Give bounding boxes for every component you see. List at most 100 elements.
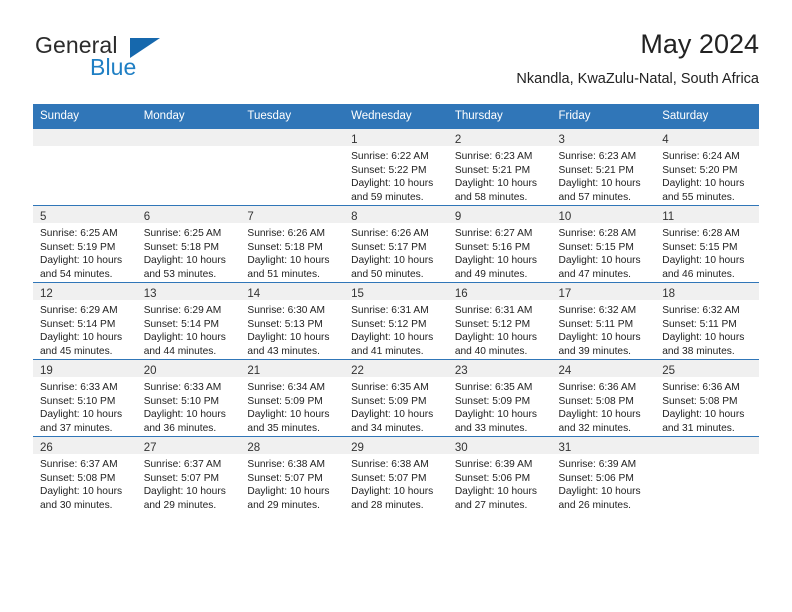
calendar-day-cell[interactable]: 4 Sunrise: 6:24 AM Sunset: 5:20 PM Daylight… [655, 128, 759, 206]
day-number-strip: 8 [344, 206, 448, 223]
day-number: 11 [662, 211, 675, 223]
sunset-text: Sunset: 5:20 PM [662, 164, 738, 176]
calendar-day-cell[interactable]: 27 Sunrise: 6:37 AM Sunset: 5:07 PM Dayligh… [136, 436, 241, 513]
sunrise-text: Sunrise: 6:29 AM [40, 305, 118, 316]
daylight-text: Daylight: 10 hours [351, 255, 434, 267]
daylight-text: and 29 minutes. [247, 499, 320, 511]
day-detail-block: Sunrise: 6:23 AM Sunset: 5:21 PM Daylight:… [448, 146, 552, 204]
sunrise-text: Sunrise: 6:36 AM [558, 382, 637, 393]
calendar-day-cell[interactable]: 21 Sunrise: 6:34 AM Sunset: 5:09 PM Dayligh… [240, 359, 345, 437]
calendar-day-cell[interactable]: 29 Sunrise: 6:38 AM Sunset: 5:07 PM Dayligh… [344, 436, 448, 513]
calendar-day-cell[interactable]: 18 Sunrise: 6:32 AM Sunset: 5:11 PM Dayligh… [655, 282, 759, 360]
daylight-text: Daylight: 10 hours [247, 409, 330, 421]
calendar-day-cell[interactable]: 28 Sunrise: 6:38 AM Sunset: 5:07 PM Dayligh… [240, 436, 345, 513]
sunset-text: Sunset: 5:18 PM [143, 241, 220, 253]
calendar-day-cell[interactable]: 9 Sunrise: 6:27 AM Sunset: 5:16 PM Daylight… [447, 205, 552, 283]
weekday-header-friday: Friday [551, 104, 656, 129]
weekday-header-monday: Monday [136, 104, 241, 129]
calendar-day-cell[interactable]: 19 Sunrise: 6:33 AM Sunset: 5:10 PM Dayligh… [33, 359, 137, 437]
daylight-text: and 59 minutes. [351, 191, 424, 203]
sunset-text: Sunset: 5:10 PM [40, 395, 116, 407]
daylight-text: and 46 minutes. [662, 268, 735, 280]
day-detail-block: Sunrise: 6:25 AM Sunset: 5:19 PM Daylight:… [33, 223, 137, 281]
calendar-day-cell[interactable]: 22 Sunrise: 6:35 AM Sunset: 5:09 PM Dayligh… [344, 359, 448, 437]
sunset-text: Sunset: 5:21 PM [558, 164, 634, 176]
day-number: 13 [143, 288, 157, 300]
daylight-text: and 41 minutes. [351, 345, 424, 357]
day-detail-block: Sunrise: 6:25 AM Sunset: 5:18 PM Daylight:… [137, 223, 241, 281]
calendar-day-cell[interactable]: 12 Sunrise: 6:29 AM Sunset: 5:14 PM Dayligh… [33, 282, 137, 360]
calendar-week-row: 12 Sunrise: 6:29 AM Sunset: 5:14 PM Dayligh… [33, 282, 759, 360]
sunset-text: Sunset: 5:15 PM [558, 241, 634, 253]
calendar-day-cell[interactable]: 26 Sunrise: 6:37 AM Sunset: 5:08 PM Dayligh… [33, 436, 137, 513]
calendar-day-cell[interactable]: 24 Sunrise: 6:36 AM Sunset: 5:08 PM Dayligh… [551, 359, 656, 437]
day-number: 9 [454, 211, 462, 223]
sunset-text: Sunset: 5:07 PM [351, 472, 427, 484]
page-subtitle: Nkandla, KwaZulu-Natal, South Africa [516, 71, 759, 87]
daylight-text: Daylight: 10 hours [662, 178, 745, 190]
day-detail-block: Sunrise: 6:38 AM Sunset: 5:07 PM Daylight:… [344, 454, 448, 512]
day-number-strip: 17 [551, 283, 656, 300]
daylight-text: Daylight: 10 hours [143, 332, 226, 344]
calendar-day-cell[interactable]: 11 Sunrise: 6:28 AM Sunset: 5:15 PM Dayligh… [655, 205, 759, 283]
calendar-day-cell[interactable]: 3 Sunrise: 6:23 AM Sunset: 5:21 PM Daylight… [551, 128, 656, 206]
calendar-day-cell[interactable]: 13 Sunrise: 6:29 AM Sunset: 5:14 PM Dayligh… [136, 282, 241, 360]
sunrise-text: Sunrise: 6:23 AM [454, 151, 533, 162]
day-detail-block: Sunrise: 6:31 AM Sunset: 5:12 PM Daylight:… [448, 300, 552, 358]
sunrise-text: Sunrise: 6:28 AM [558, 228, 637, 239]
daylight-text: and 43 minutes. [247, 345, 320, 357]
calendar-day-cell[interactable]: 15 Sunrise: 6:31 AM Sunset: 5:12 PM Dayligh… [344, 282, 448, 360]
day-number-strip [655, 437, 759, 454]
day-number-strip: 24 [551, 360, 656, 377]
calendar-day-cell[interactable]: 8 Sunrise: 6:26 AM Sunset: 5:17 PM Daylight… [344, 205, 448, 283]
day-detail-block: Sunrise: 6:33 AM Sunset: 5:10 PM Daylight:… [33, 377, 137, 435]
sunrise-text: Sunrise: 6:25 AM [143, 228, 222, 239]
day-number: 6 [143, 211, 151, 223]
day-number-strip [240, 129, 345, 146]
day-number: 14 [247, 288, 261, 300]
calendar-day-cell[interactable]: 10 Sunrise: 6:28 AM Sunset: 5:15 PM Dayligh… [551, 205, 656, 283]
day-number-strip: 4 [655, 129, 759, 146]
day-number: 31 [558, 442, 572, 454]
day-number-strip: 9 [447, 206, 552, 223]
calendar-day-cell[interactable]: 23 Sunrise: 6:35 AM Sunset: 5:09 PM Dayligh… [447, 359, 552, 437]
day-number-strip: 13 [136, 283, 241, 300]
sunset-text: Sunset: 5:19 PM [40, 241, 116, 253]
daylight-text: Daylight: 10 hours [40, 255, 123, 267]
daylight-text: and 50 minutes. [351, 268, 424, 280]
daylight-text: and 40 minutes. [454, 345, 528, 357]
weekday-header-row: Sunday Monday Tuesday Wednesday Thursday… [33, 104, 759, 129]
calendar-week-row: 1 Sunrise: 6:22 AM Sunset: 5:22 PM Daylight… [33, 128, 759, 206]
day-number: 24 [558, 365, 572, 377]
daylight-text: and 35 minutes. [247, 422, 320, 434]
daylight-text: Daylight: 10 hours [454, 409, 537, 421]
sunrise-text: Sunrise: 6:35 AM [351, 382, 429, 393]
calendar-day-cell[interactable]: 31 Sunrise: 6:39 AM Sunset: 5:06 PM Dayligh… [551, 436, 656, 513]
day-number-strip [136, 129, 241, 146]
calendar-day-cell[interactable]: 16 Sunrise: 6:31 AM Sunset: 5:12 PM Dayligh… [447, 282, 552, 360]
weekday-header-sunday: Sunday [33, 104, 137, 129]
daylight-text: and 47 minutes. [558, 268, 632, 280]
daylight-text: and 55 minutes. [662, 191, 735, 203]
calendar-day-cell[interactable]: 25 Sunrise: 6:36 AM Sunset: 5:08 PM Dayligh… [655, 359, 759, 437]
sunrise-text: Sunrise: 6:39 AM [454, 459, 533, 470]
calendar-day-cell[interactable]: 30 Sunrise: 6:39 AM Sunset: 5:06 PM Dayligh… [447, 436, 552, 513]
daylight-text: Daylight: 10 hours [143, 255, 226, 267]
calendar-day-cell[interactable]: 17 Sunrise: 6:32 AM Sunset: 5:11 PM Dayligh… [551, 282, 656, 360]
day-number-strip: 15 [344, 283, 448, 300]
day-number-strip: 14 [240, 283, 345, 300]
daylight-text: Daylight: 10 hours [558, 178, 641, 190]
calendar-day-cell[interactable]: 7 Sunrise: 6:26 AM Sunset: 5:18 PM Daylight… [240, 205, 345, 283]
calendar-empty-cell [655, 436, 759, 513]
daylight-text: and 44 minutes. [143, 345, 217, 357]
sunset-text: Sunset: 5:11 PM [662, 318, 737, 330]
calendar-day-cell[interactable]: 6 Sunrise: 6:25 AM Sunset: 5:18 PM Daylight… [136, 205, 241, 283]
day-detail-block: Sunrise: 6:35 AM Sunset: 5:09 PM Daylight:… [448, 377, 552, 435]
calendar-day-cell[interactable]: 20 Sunrise: 6:33 AM Sunset: 5:10 PM Dayligh… [136, 359, 241, 437]
calendar-day-cell[interactable]: 1 Sunrise: 6:22 AM Sunset: 5:22 PM Daylight… [344, 128, 448, 206]
calendar-day-cell[interactable]: 14 Sunrise: 6:30 AM Sunset: 5:13 PM Dayligh… [240, 282, 345, 360]
day-number: 30 [454, 442, 468, 454]
daylight-text: and 54 minutes. [40, 268, 113, 280]
calendar-day-cell[interactable]: 5 Sunrise: 6:25 AM Sunset: 5:19 PM Daylight… [33, 205, 137, 283]
calendar-day-cell[interactable]: 2 Sunrise: 6:23 AM Sunset: 5:21 PM Daylight… [447, 128, 552, 206]
